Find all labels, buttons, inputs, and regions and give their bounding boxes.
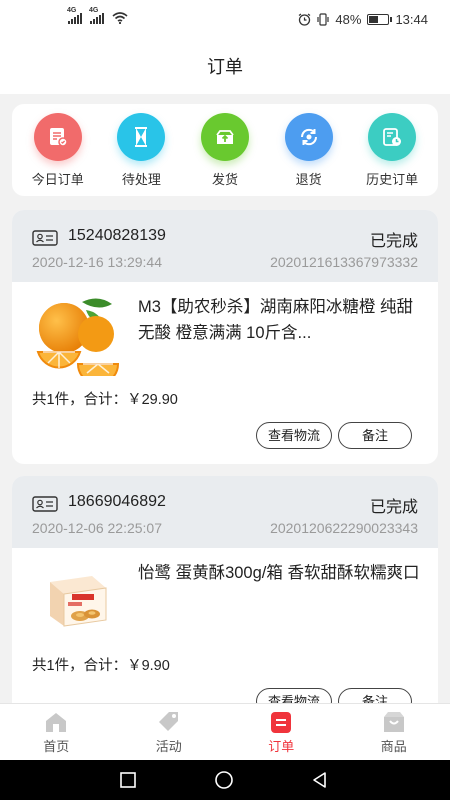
order-header: 18669046892 已完成 2020-12-06 22:25:07 2020… — [12, 476, 438, 548]
category-returns[interactable]: 退货 — [269, 112, 349, 188]
status-right: 48% 13:44 — [298, 12, 428, 27]
order-date: 2020-12-06 22:25:07 — [32, 520, 162, 536]
customer-phone: 15240828139 — [68, 227, 166, 244]
id-card-icon — [32, 496, 58, 512]
tab-label: 首页 — [43, 739, 70, 754]
category-today-orders[interactable]: 今日订单 — [18, 112, 98, 188]
category-shipping[interactable]: 发货 — [185, 112, 265, 188]
customer-phone: 18669046892 — [68, 493, 166, 510]
title-bar: 订单 — [0, 40, 450, 94]
category-label: 发货 — [211, 171, 238, 187]
order-status: 已完成 — [369, 233, 418, 250]
battery-fill — [369, 16, 378, 23]
category-label: 历史订单 — [366, 171, 419, 187]
return-icon — [284, 112, 333, 161]
status-bar: 4G 4G 48% 13:44 — [0, 0, 450, 40]
order-category-card: 今日订单 待处理 发货 退货 历史订单 — [12, 104, 438, 196]
tab-goods[interactable]: 商品 — [338, 704, 450, 760]
id-card-icon — [32, 230, 58, 246]
battery-icon — [367, 14, 393, 25]
battery-percent: 48% — [335, 12, 362, 27]
signal-area: 4G 4G — [67, 7, 128, 24]
clock: 13:44 — [395, 12, 428, 27]
home-icon — [46, 713, 67, 732]
tab-label: 活动 — [155, 739, 182, 754]
tab-home[interactable]: 首页 — [0, 704, 113, 760]
signal-1-icon: 4G — [67, 7, 82, 24]
system-nav-bar — [0, 760, 450, 800]
shipping-box-icon — [200, 112, 249, 161]
product-title[interactable]: 怡鹭 蛋黄酥300g/箱 香软甜酥软糯爽口 — [138, 560, 428, 586]
recent-apps-icon[interactable] — [119, 771, 137, 789]
wifi-icon — [112, 12, 128, 24]
category-pending[interactable]: 待处理 — [101, 112, 181, 188]
order-card[interactable]: 15240828139 已完成 2020-12-16 13:29:44 2020… — [12, 210, 438, 464]
order-icon — [271, 712, 292, 733]
hourglass-icon — [117, 112, 166, 161]
order-date: 2020-12-16 13:29:44 — [32, 254, 162, 270]
tab-label: 订单 — [268, 739, 295, 754]
home-button-icon[interactable] — [214, 771, 234, 789]
order-status: 已完成 — [369, 499, 418, 516]
receipt-icon — [33, 112, 82, 161]
orange-image[interactable] — [30, 294, 124, 376]
category-history[interactable]: 历史订单 — [352, 112, 432, 188]
order-body: M3【助农秒杀】湖南麻阳冰糖橙 纯甜无酸 橙意满满 10斤含... 共1件，合计… — [12, 282, 438, 462]
alarm-icon — [299, 13, 311, 26]
order-number: 2020120622290023343 — [270, 520, 418, 536]
order-card[interactable]: 18669046892 已完成 2020-12-06 22:25:07 2020… — [12, 476, 438, 730]
remark-button[interactable]: 备注 — [338, 422, 412, 449]
category-label: 退货 — [295, 171, 322, 187]
order-header: 15240828139 已完成 2020-12-16 13:29:44 2020… — [12, 210, 438, 282]
goods-icon — [383, 712, 404, 732]
tag-icon — [158, 712, 178, 731]
category-label: 待处理 — [121, 171, 161, 187]
product-title[interactable]: M3【助农秒杀】湖南麻阳冰糖橙 纯甜无酸 橙意满满 10斤含... — [138, 294, 428, 346]
tab-activity[interactable]: 活动 — [113, 704, 226, 760]
view-logistics-button[interactable]: 查看物流 — [256, 422, 332, 449]
order-total: 共1件，合计：￥29.90 — [32, 392, 178, 408]
network-type-1: 4G — [67, 7, 77, 14]
order-number: 2020121613367973332 — [270, 254, 418, 270]
category-label: 今日订单 — [31, 171, 84, 187]
order-body: 怡鹭 蛋黄酥300g/箱 香软甜酥软糯爽口 共1件，合计：￥9.90 查看物流 … — [12, 548, 438, 728]
pastry-box-image[interactable] — [30, 560, 124, 642]
bottom-tab-bar: 首页 活动 订单 商品 — [0, 703, 450, 760]
page-title: 订单 — [207, 57, 243, 77]
signal-2-icon: 4G — [89, 7, 104, 24]
order-total: 共1件，合计：￥9.90 — [32, 658, 170, 674]
vibrate-icon — [317, 13, 330, 26]
network-type-2: 4G — [89, 7, 99, 14]
tab-orders[interactable]: 订单 — [225, 704, 338, 760]
back-icon[interactable] — [311, 771, 329, 789]
tab-label: 商品 — [380, 739, 407, 754]
history-icon — [368, 112, 417, 161]
